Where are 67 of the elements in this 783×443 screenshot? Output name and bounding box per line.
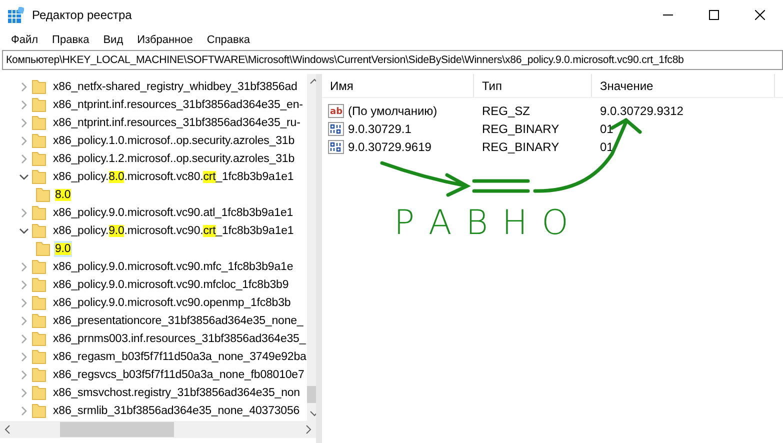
tree-item[interactable]: x86_policy.9.0.microsoft.vc90.atl_1fc8b3b9a1e1 <box>52 205 294 221</box>
folder-icon <box>32 151 46 167</box>
string-value-icon: ab <box>328 104 344 118</box>
folder-icon <box>32 205 46 221</box>
value-name[interactable]: (По умолчанию) <box>348 102 438 120</box>
menu-item[interactable]: Правка <box>45 30 96 50</box>
folder-icon <box>32 385 46 401</box>
tree-item[interactable]: x86_prnms003.inf.resources_31bf3856ad364e35_ <box>52 331 307 347</box>
value-type: REG_BINARY <box>481 121 560 138</box>
folder-icon <box>36 241 50 257</box>
scrollbar-thumb[interactable] <box>60 422 174 437</box>
value-name[interactable]: 9.0.30729.9619 <box>348 138 432 156</box>
menu-item[interactable]: Вид <box>96 30 130 50</box>
value-type: REG_SZ <box>481 103 532 120</box>
tree-item[interactable]: x86_policy.9.0.microsoft.vc90.openmp_1fc8b3b <box>52 295 292 311</box>
tree-item[interactable]: x86_presentationcore_31bf3856ad364e35_none_ <box>52 313 304 329</box>
maximize-icon <box>709 10 719 20</box>
tree-item[interactable]: x86_ntprint.inf.resources_31bf3856ad364e35_en- <box>52 97 304 113</box>
folder-icon <box>32 259 46 275</box>
scroll-left-icon[interactable] <box>4 425 10 434</box>
tree-item[interactable]: x86_ntprint.inf.resources_31bf3856ad364e35_ru- <box>52 115 302 131</box>
folder-icon <box>32 97 46 113</box>
tree-item[interactable]: x86_policy.9.0.microsoft.vc90.mfc_1fc8b3b9a1e <box>52 259 294 275</box>
scroll-right-icon[interactable] <box>306 425 312 434</box>
tree-item[interactable]: x86_smsvchost.registry_31bf3856ad364e35_non <box>52 385 301 401</box>
horizontal-scrollbar[interactable] <box>0 421 316 438</box>
folder-icon <box>32 133 46 149</box>
binary-value-icon <box>328 122 344 136</box>
tree-item[interactable]: 9.0 <box>54 241 72 257</box>
binary-value-icon <box>328 140 344 154</box>
value-name[interactable]: 9.0.30729.1 <box>348 120 412 138</box>
equals-sign-drawing <box>472 178 530 194</box>
folder-icon <box>32 295 46 311</box>
value-data: 01 <box>599 139 614 156</box>
menu-item[interactable]: Избранное <box>130 30 200 50</box>
folder-icon <box>32 349 46 365</box>
folder-icon <box>32 367 46 383</box>
folder-icon <box>32 79 46 95</box>
folder-icon <box>36 187 50 203</box>
menu-item[interactable]: Файл <box>4 30 46 50</box>
value-data: 01 <box>599 121 614 138</box>
folder-icon <box>32 331 46 347</box>
menu-item[interactable]: Справка <box>200 30 258 50</box>
folder-icon <box>32 223 46 239</box>
folder-icon <box>32 313 46 329</box>
tree-item[interactable]: x86_policy.1.0.microsof..op.security.azroles_31b <box>52 133 296 149</box>
column-header[interactable]: Имя <box>322 74 474 97</box>
registry-editor-icon <box>8 7 24 23</box>
column-header[interactable]: Тип <box>474 74 592 97</box>
tree-item[interactable]: 8.0 <box>54 187 72 203</box>
value-type: REG_BINARY <box>481 139 560 156</box>
close-icon <box>755 10 765 20</box>
tree-item[interactable]: x86_srmlib_31bf3856ad364e35_none_40373056 <box>52 403 301 419</box>
folder-icon <box>32 169 46 185</box>
tree-item[interactable]: x86_netfx-shared_registry_whidbey_31bf3856ad <box>52 79 298 95</box>
tree-item[interactable]: x86_policy.1.2.microsof..op.security.azroles_31b <box>52 151 296 167</box>
tree-item[interactable]: x86_regasm_b03f5f7f11d50a3a_none_3749e92ba <box>52 349 308 365</box>
column-header[interactable]: Значение <box>592 74 775 97</box>
value-data: 9.0.30729.9312 <box>599 103 684 120</box>
tree-item[interactable]: x86_regsvcs_b03f5f7f11d50a3a_none_fb08010e7 <box>52 367 306 383</box>
folder-icon <box>32 277 46 293</box>
folder-icon <box>32 403 46 419</box>
handwritten-note: РАВНО <box>394 206 582 240</box>
folder-icon <box>32 115 46 131</box>
window-title: Редактор реестра <box>32 7 132 24</box>
tree-item[interactable]: x86_policy.9.0.microsoft.vc90.mfcloc_1fc8b3b9 <box>52 277 290 293</box>
address-bar[interactable]: Компьютер\HKEY_LOCAL_MACHINE\SOFTWARE\Microsoft\Windows\CurrentVersion\SideBySide\Winners\x86_policy.9.0.microsoft.vc90.crt_1fc8b <box>2 50 783 70</box>
